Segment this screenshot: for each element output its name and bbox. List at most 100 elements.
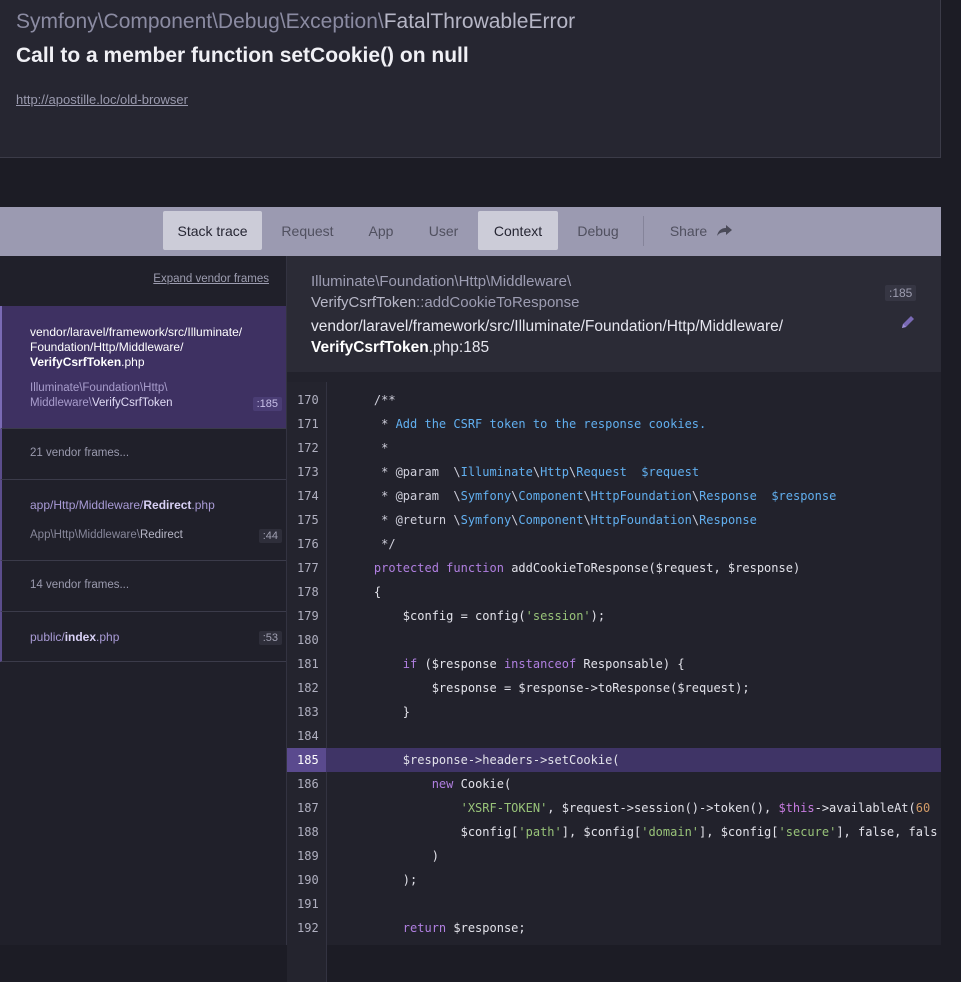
line-number: 178	[297, 585, 319, 599]
code-text: $config['path'], $config['domain'], $con…	[345, 825, 938, 839]
code-line: 192 return $response;	[287, 916, 941, 940]
line-number: 180	[297, 633, 319, 647]
detail-file-path: vendor/laravel/framework/src/Illuminate/…	[311, 316, 783, 358]
code-text: new Cookie(	[431, 777, 512, 791]
line-number: 190	[297, 873, 319, 887]
frame-line-badge: :44	[258, 529, 282, 543]
code-line: 183 }	[287, 700, 941, 724]
code-line: 184	[287, 724, 941, 748]
line-number: 189	[297, 849, 319, 863]
code-line-highlighted: 185 $response->headers->setCookie(	[287, 748, 941, 772]
stack-frame[interactable]: public/index.php :53	[0, 612, 286, 662]
expand-vendor-frames-link[interactable]: Expand vendor frames	[153, 273, 269, 285]
detail-path-prefix: vendor/laravel/framework/src/Illuminate/…	[311, 318, 784, 335]
line-number: 175	[297, 513, 319, 527]
code-text: return $response;	[402, 921, 526, 935]
frame-file-ext: .php	[96, 630, 120, 644]
code-line: 173 * @param \Illuminate\Http\Request $r…	[287, 460, 941, 484]
code-line: 191	[287, 892, 941, 916]
tab-share[interactable]: Share	[656, 211, 746, 250]
tab-debug[interactable]: Debug	[566, 211, 630, 250]
code-line: 171 * Add the CSRF token to the response…	[287, 412, 941, 436]
code-text: {	[345, 585, 382, 599]
code-text: )	[345, 849, 439, 863]
code-text: $response = $response->toResponse($reque…	[345, 681, 750, 695]
code-text: /**	[345, 393, 396, 407]
tab-stack-trace[interactable]: Stack trace	[163, 211, 262, 250]
code-line: 170 /**	[287, 388, 941, 412]
code-text: if ($response instanceof Responsable) {	[402, 657, 685, 671]
exception-namespace: Symfony\Component\Debug\Exception\	[16, 10, 384, 33]
stack-frame-selected[interactable]: vendor/laravel/framework/src/Illuminate/…	[0, 306, 286, 429]
code-text: * @param \Symfony\Component\HttpFoundati…	[345, 489, 837, 503]
code-text: protected function addCookieToResponse($…	[373, 561, 801, 575]
frame-file-line2: Foundation/Http/Middleware/	[30, 340, 184, 354]
line-number: 170	[297, 393, 319, 407]
tab-share-label: Share	[669, 223, 708, 239]
frame-detail-panel: Illuminate\Foundation\Http\Middleware\ V…	[287, 256, 941, 982]
vendor-frames-label: 21 vendor frames...	[30, 447, 130, 459]
code-line: 188 $config['path'], $config['domain'], …	[287, 820, 941, 844]
frame-file: app/Http/Middleware/Redirect.php	[30, 498, 215, 513]
code-line: 177 protected function addCookieToRespon…	[287, 556, 941, 580]
tab-user[interactable]: User	[417, 211, 470, 250]
code-line: 174 * @param \Symfony\Component\HttpFoun…	[287, 484, 941, 508]
code-line: 175 * @return \Symfony\Component\HttpFou…	[287, 508, 941, 532]
exception-class: Symfony\Component\Debug\Exception\FatalT…	[16, 10, 575, 34]
frame-file: vendor/laravel/framework/src/Illuminate/…	[30, 325, 242, 370]
code-line: 181 if ($response instanceof Responsable…	[287, 652, 941, 676]
code-line: 182 $response = $response->toResponse($r…	[287, 676, 941, 700]
frame-file-name: VerifyCsrfToken	[30, 355, 122, 369]
line-number: 184	[297, 729, 319, 743]
pencil-edit-icon[interactable]	[900, 314, 916, 335]
code-text: $response->headers->setCookie(	[345, 753, 620, 767]
frame-file-ext: .php	[121, 355, 145, 369]
request-url-link[interactable]: http://apostille.loc/old-browser	[16, 92, 188, 107]
line-number: 174	[297, 489, 319, 503]
line-number: 179	[297, 609, 319, 623]
frame-line-badge: :185	[252, 397, 282, 411]
tab-bar: Stack trace Request App User Context Deb…	[0, 207, 941, 256]
line-number: 187	[297, 801, 319, 815]
frame-class-prefix: App\Http\Middleware\	[30, 529, 140, 541]
frame-file-name: index	[64, 630, 97, 644]
frame-class-name: VerifyCsrfToken	[92, 397, 173, 409]
line-number: 188	[297, 825, 319, 839]
code-text: );	[345, 873, 418, 887]
line-number: 173	[297, 465, 319, 479]
tab-context[interactable]: Context	[478, 211, 558, 250]
tab-app[interactable]: App	[355, 211, 407, 250]
code-text: * Add the CSRF token to the response coo…	[345, 417, 707, 431]
code-text: $config = config('session');	[345, 609, 606, 623]
exception-message: Call to a member function setCookie() on…	[16, 44, 469, 67]
exception-header: Symfony\Component\Debug\Exception\FatalT…	[0, 0, 941, 158]
frame-class: Illuminate\Foundation\Http\ Middleware\V…	[30, 381, 173, 411]
frame-file-line1: vendor/laravel/framework/src/Illuminate/	[30, 325, 243, 339]
frame-class: App\Http\Middleware\Redirect	[30, 528, 183, 543]
vendor-frames-group[interactable]: 14 vendor frames...	[0, 561, 286, 612]
vendor-frames-label: 14 vendor frames...	[30, 579, 130, 591]
line-number: 185	[287, 748, 326, 772]
code-text: }	[345, 705, 411, 719]
frame-detail-header: Illuminate\Foundation\Http\Middleware\ V…	[287, 256, 941, 372]
code-line: 179 $config = config('session');	[287, 604, 941, 628]
line-number: 191	[297, 897, 319, 911]
code-line: 186 new Cookie(	[287, 772, 941, 796]
line-number: 177	[297, 561, 319, 575]
frame-file-prefix: public/	[30, 630, 65, 644]
frame-class-name: Redirect	[139, 529, 183, 541]
detail-class: Illuminate\Foundation\Http\Middleware\ V…	[311, 271, 580, 313]
line-number: 183	[297, 705, 319, 719]
code-text: */	[345, 537, 396, 551]
line-number: 182	[297, 681, 319, 695]
frame-file-prefix: app/Http/Middleware/	[30, 498, 144, 512]
tab-separator	[643, 216, 644, 246]
line-number: 171	[297, 417, 319, 431]
exception-class-name: FatalThrowableError	[383, 10, 576, 33]
stack-frame[interactable]: app/Http/Middleware/Redirect.php App\Htt…	[0, 480, 286, 561]
detail-class-namespace: Illuminate\Foundation\Http\Middleware\	[311, 273, 572, 290]
vendor-frames-group[interactable]: 21 vendor frames...	[0, 429, 286, 480]
code-line: 189 )	[287, 844, 941, 868]
stack-frames-panel: Expand vendor frames vendor/laravel/fram…	[0, 256, 287, 945]
tab-request[interactable]: Request	[270, 211, 345, 250]
